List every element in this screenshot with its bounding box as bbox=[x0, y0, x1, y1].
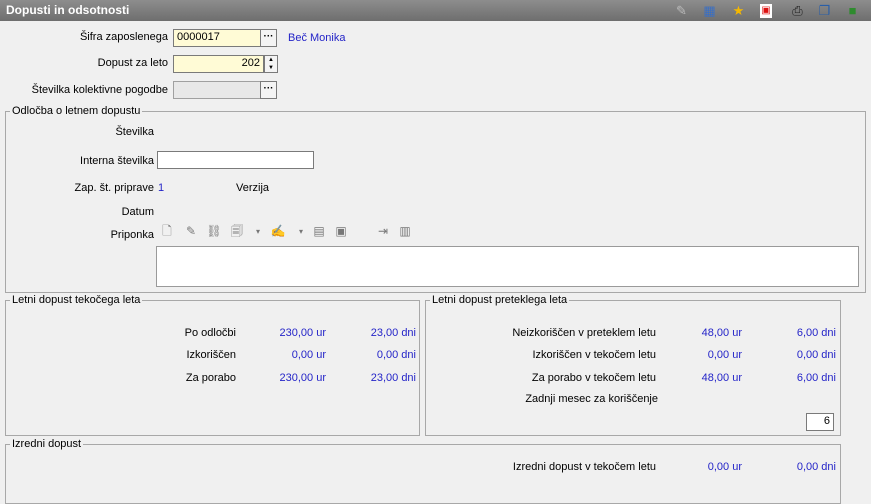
leave-year-label: Dopust za leto bbox=[97, 57, 168, 69]
table-icon[interactable]: ▦ bbox=[701, 2, 718, 19]
edit-icon[interactable]: ✎ bbox=[673, 2, 690, 19]
cy-label: Za porabo bbox=[185, 372, 236, 384]
py-amount: 0,00 ur bbox=[707, 349, 742, 361]
employee-name-link[interactable]: Beč Monika bbox=[288, 32, 345, 44]
spin-up-icon[interactable]: ▲ bbox=[265, 56, 277, 64]
ex-amount: 0,00 ur bbox=[707, 461, 742, 473]
py-amount: 48,00 ur bbox=[701, 372, 742, 384]
attachment-notes-area[interactable] bbox=[156, 246, 859, 287]
version-label: Verzija bbox=[236, 182, 270, 194]
ex-days: 0,00 dni bbox=[796, 461, 836, 473]
cy-days: 23,00 dni bbox=[370, 327, 416, 339]
leave-year-input[interactable]: 202 bbox=[173, 55, 264, 73]
employee-code-label: Šifra zaposlenega bbox=[79, 31, 168, 43]
dropdown-icon[interactable]: ▾ bbox=[250, 223, 266, 240]
sign-icon[interactable]: ✍ bbox=[270, 223, 286, 240]
current-year-group: Letni dopust tekočega leta bbox=[5, 294, 420, 436]
internal-number-input[interactable] bbox=[157, 151, 314, 169]
cy-amount: 0,00 ur bbox=[291, 349, 326, 361]
decision-number-label: Številka bbox=[115, 126, 154, 138]
link-icon[interactable]: ⛓ bbox=[206, 223, 222, 240]
title-bar: Dopusti in odsotnosti ✎ ▦ ★ ▣ ⎙ ❐ ■ bbox=[0, 0, 871, 21]
py-amount: 48,00 ur bbox=[701, 327, 742, 339]
window-title: Dopusti in odsotnosti bbox=[6, 3, 130, 17]
new-doc-icon[interactable]: 🗋 bbox=[159, 223, 175, 240]
cy-label: Po odločbi bbox=[184, 327, 236, 339]
decision-legend: Odločba o letnem dopustu bbox=[10, 105, 143, 117]
attachment-label: Priponka bbox=[110, 229, 154, 241]
prep-no-label: Zap. št. priprave bbox=[74, 182, 154, 194]
cy-days: 23,00 dni bbox=[370, 372, 416, 384]
py-days: 6,00 dni bbox=[796, 327, 836, 339]
py-days: 0,00 dni bbox=[796, 349, 836, 361]
cy-label: Izkoriščen bbox=[186, 349, 236, 361]
collective-agreement-input[interactable] bbox=[173, 81, 261, 99]
book-icon[interactable]: ■ bbox=[844, 2, 861, 19]
py-label: Izkoriščen v tekočem letu bbox=[532, 349, 657, 361]
current-year-legend: Letni dopust tekočega leta bbox=[10, 294, 143, 306]
spin-down-icon[interactable]: ▼ bbox=[265, 64, 277, 72]
internal-number-label: Interna številka bbox=[80, 155, 154, 167]
scan-icon[interactable]: ▤ bbox=[311, 223, 327, 240]
previous-year-group: Letni dopust preteklega leta bbox=[425, 294, 841, 436]
print-icon[interactable]: ⎙ bbox=[789, 2, 806, 19]
cy-amount: 230,00 ur bbox=[279, 327, 326, 339]
py-label: Neizkoriščen v preteklem letu bbox=[512, 327, 656, 339]
collective-agreement-lookup-button[interactable]: ··· bbox=[260, 81, 277, 99]
extraordinary-legend: Izredni dopust bbox=[10, 438, 84, 450]
export-icon[interactable]: ⇥ bbox=[375, 223, 391, 240]
dropdown-icon[interactable]: ▾ bbox=[293, 223, 309, 240]
prep-no-value: 1 bbox=[158, 182, 165, 194]
cy-days: 0,00 dni bbox=[376, 349, 416, 361]
collective-agreement-label: Številka kolektivne pogodbe bbox=[31, 84, 168, 96]
pdf-icon[interactable]: ▣ bbox=[760, 4, 772, 18]
extraordinary-group: Izredni dopust bbox=[5, 438, 841, 504]
previous-year-legend: Letni dopust preteklega leta bbox=[430, 294, 570, 306]
copy-icon[interactable]: ❐ bbox=[816, 2, 833, 19]
date-label: Datum bbox=[121, 206, 154, 218]
ex-label: Izredni dopust v tekočem letu bbox=[512, 461, 656, 473]
py-label: Za porabo v tekočem letu bbox=[531, 372, 656, 384]
py-days: 6,00 dni bbox=[796, 372, 836, 384]
open-doc-icon[interactable]: 🗐 bbox=[229, 223, 245, 240]
star-icon[interactable]: ★ bbox=[730, 2, 747, 19]
import-icon[interactable]: ▥ bbox=[397, 223, 413, 240]
lock-icon[interactable]: ▣ bbox=[333, 223, 349, 240]
edit-doc-icon[interactable]: ✎ bbox=[183, 223, 199, 240]
employee-code-lookup-button[interactable]: ··· bbox=[260, 29, 277, 47]
leave-year-spinner[interactable]: ▲ ▼ bbox=[264, 55, 278, 73]
employee-code-input[interactable]: 0000017 bbox=[173, 29, 261, 47]
last-month-input[interactable]: 6 bbox=[806, 413, 834, 431]
cy-amount: 230,00 ur bbox=[279, 372, 326, 384]
last-month-label: Zadnji mesec za koriščenje bbox=[525, 393, 658, 405]
